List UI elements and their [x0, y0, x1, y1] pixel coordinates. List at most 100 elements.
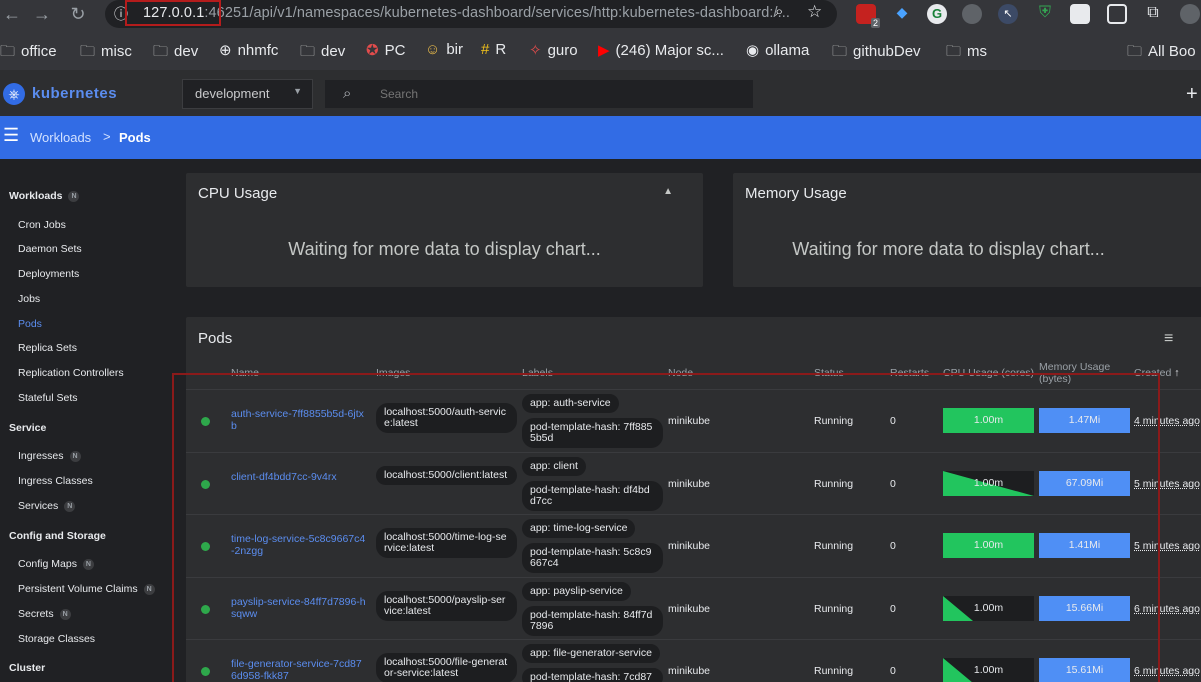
url-path: :46251/api/v1/namespaces/kubernetes-dash…: [204, 5, 791, 21]
hash-icon: #: [481, 41, 490, 58]
sidebar-item[interactable]: Ingress Classes: [18, 475, 93, 487]
highlight-box: [125, 0, 221, 26]
memory-card-title: Memory Usage: [745, 185, 847, 202]
back-icon[interactable]: ←: [0, 3, 24, 25]
sidebar-heading-label: Service: [9, 422, 47, 434]
bookmark-label: guro: [547, 42, 578, 59]
cursor-extension-icon[interactable]: ↖: [998, 4, 1018, 24]
cpu-card-message: Waiting for more data to display chart..…: [288, 239, 601, 259]
breadcrumb-workloads[interactable]: Workloads: [30, 130, 91, 145]
extension-icon-red[interactable]: 2: [856, 4, 880, 28]
puzzle-icon[interactable]: ⧉: [1143, 4, 1163, 24]
bookmark-item[interactable]: 🗀 All Boo: [1127, 41, 1196, 66]
bookmark-label: nhmfc: [237, 42, 279, 59]
sidebar-item[interactable]: Replication Controllers: [18, 367, 124, 379]
sidebar-item[interactable]: Persistent Volume Claims N: [18, 583, 155, 595]
bookmark-item[interactable]: ◉ ollama: [746, 41, 809, 59]
sidebar-item-label: Stateful Sets: [18, 392, 78, 404]
github-icon: ◉: [746, 42, 760, 59]
sidebar: Workloads N Cron Jobs Daemon Sets Deployment…: [0, 159, 168, 682]
bookmark-item[interactable]: 🗀 ms: [946, 41, 987, 66]
sidebar-item-label: Cron Jobs: [18, 219, 66, 231]
globe-icon: ⊕: [219, 42, 232, 59]
bookmark-item[interactable]: # R: [481, 41, 506, 58]
collapse-icon[interactable]: ▲: [663, 186, 673, 197]
circle-extension-icon[interactable]: [962, 4, 982, 24]
sidebar-item[interactable]: Storage Classes: [18, 633, 95, 645]
bookmark-item[interactable]: ⊕ nhmfc: [219, 41, 278, 59]
sidebar-item[interactable]: Stateful Sets: [18, 392, 78, 404]
highlight-box: [172, 373, 1160, 682]
bookmark-item[interactable]: 🗀 githubDev: [832, 41, 921, 66]
folder-icon: 🗀: [1127, 43, 1143, 60]
create-resource-button[interactable]: +: [1186, 83, 1198, 106]
chevron-down-icon: ▼: [293, 86, 302, 96]
bookmark-item[interactable]: 🗀 dev: [300, 41, 345, 66]
sidebar-item[interactable]: Deployments: [18, 268, 79, 280]
sidebar-item-label: Ingresses: [18, 450, 64, 462]
forward-icon[interactable]: →: [30, 3, 54, 25]
bookmark-star-icon[interactable]: ☆: [807, 2, 822, 22]
bookmark-label: office: [21, 43, 57, 60]
filter-icon[interactable]: ≡: [1164, 330, 1173, 348]
namespaced-badge: N: [64, 501, 76, 512]
hamburger-menu-icon[interactable]: ☰: [3, 125, 19, 146]
namespaced-badge: N: [82, 559, 94, 570]
profile-avatar[interactable]: [1180, 4, 1200, 24]
sidebar-item-label: Config Maps: [18, 558, 77, 570]
diamond-extension-icon[interactable]: ◆: [892, 4, 912, 24]
breadcrumb-bar: ☰ Workloads > Pods: [0, 116, 1201, 159]
sidebar-item-label: Secrets: [18, 608, 54, 620]
namespaced-badge: N: [59, 609, 71, 620]
youtube-icon: ▶: [598, 42, 610, 59]
cpu-usage-card: CPU Usage ▲ Waiting for more data to dis…: [186, 173, 703, 287]
sidebar-item[interactable]: Cron Jobs: [18, 219, 66, 231]
kubernetes-logo-icon[interactable]: ⎈: [3, 83, 25, 105]
grammarly-icon[interactable]: G: [927, 4, 947, 24]
bookmark-item[interactable]: ✧ guro: [529, 41, 578, 59]
shield-extension-icon[interactable]: ⛨: [1035, 4, 1055, 24]
sidebar-heading[interactable]: Service: [9, 422, 46, 434]
sidebar-item[interactable]: Config Maps N: [18, 558, 94, 570]
bookmark-item[interactable]: ☺ bir: [425, 41, 463, 58]
sidebar-item-label: Deployments: [18, 268, 80, 280]
sidebar-item[interactable]: Daemon Sets: [18, 243, 82, 255]
search-bar[interactable]: ⌕: [325, 80, 753, 108]
bookmark-label: R: [495, 41, 507, 58]
extension-badge: 2: [870, 18, 880, 28]
bookmark-label: PC: [384, 42, 406, 59]
sidebar-item[interactable]: Ingresses N: [18, 450, 81, 462]
qr-code-icon[interactable]: [1070, 4, 1090, 24]
grid-extension-icon[interactable]: [1107, 4, 1127, 24]
guro-icon: ✧: [529, 42, 542, 59]
namespace-select[interactable]: development ▼: [182, 79, 313, 109]
folder-icon: 🗀: [80, 43, 96, 60]
cpu-card-title: CPU Usage: [198, 185, 278, 202]
bookmark-item[interactable]: ✪ PC: [366, 41, 405, 59]
screen: ← → ↻ ⓘ 127.0.0.1:46251/api/v1/namespace…: [0, 0, 1201, 682]
sidebar-item[interactable]: Jobs: [18, 293, 40, 305]
sidebar-item[interactable]: Replica Sets: [18, 342, 77, 354]
bookmark-item[interactable]: 🗀 dev: [153, 41, 198, 66]
namespaced-badge: N: [143, 584, 155, 595]
reload-icon[interactable]: ↻: [66, 3, 90, 25]
sidebar-item[interactable]: Secrets N: [18, 608, 71, 620]
search-input[interactable]: [380, 87, 740, 101]
sidebar-item[interactable]: Services N: [18, 500, 76, 512]
sidebar-heading[interactable]: Config and Storage: [9, 530, 106, 542]
sidebar-heading[interactable]: Cluster: [9, 662, 45, 674]
namespaced-badge: N: [68, 191, 80, 202]
search-page-icon[interactable]: ⌕: [775, 3, 783, 20]
sidebar-item[interactable]: Pods: [18, 318, 42, 330]
bookmark-item[interactable]: ▶ (246) Major sc...: [598, 41, 724, 59]
memory-usage-card: Memory Usage Waiting for more data to di…: [733, 173, 1201, 287]
sidebar-item-label: Jobs: [18, 293, 41, 305]
bookmark-item[interactable]: 🗀 misc: [80, 41, 132, 66]
sidebar-heading[interactable]: Workloads N: [9, 190, 80, 202]
bookmark-label: githubDev: [853, 43, 921, 60]
bookmark-item[interactable]: 🗀 office: [0, 41, 57, 66]
sidebar-item-label: Persistent Volume Claims: [18, 583, 138, 595]
app-brand[interactable]: kubernetes: [32, 85, 117, 102]
bookmark-label: (246) Major sc...: [615, 42, 724, 59]
breadcrumb-current: Pods: [119, 130, 151, 145]
